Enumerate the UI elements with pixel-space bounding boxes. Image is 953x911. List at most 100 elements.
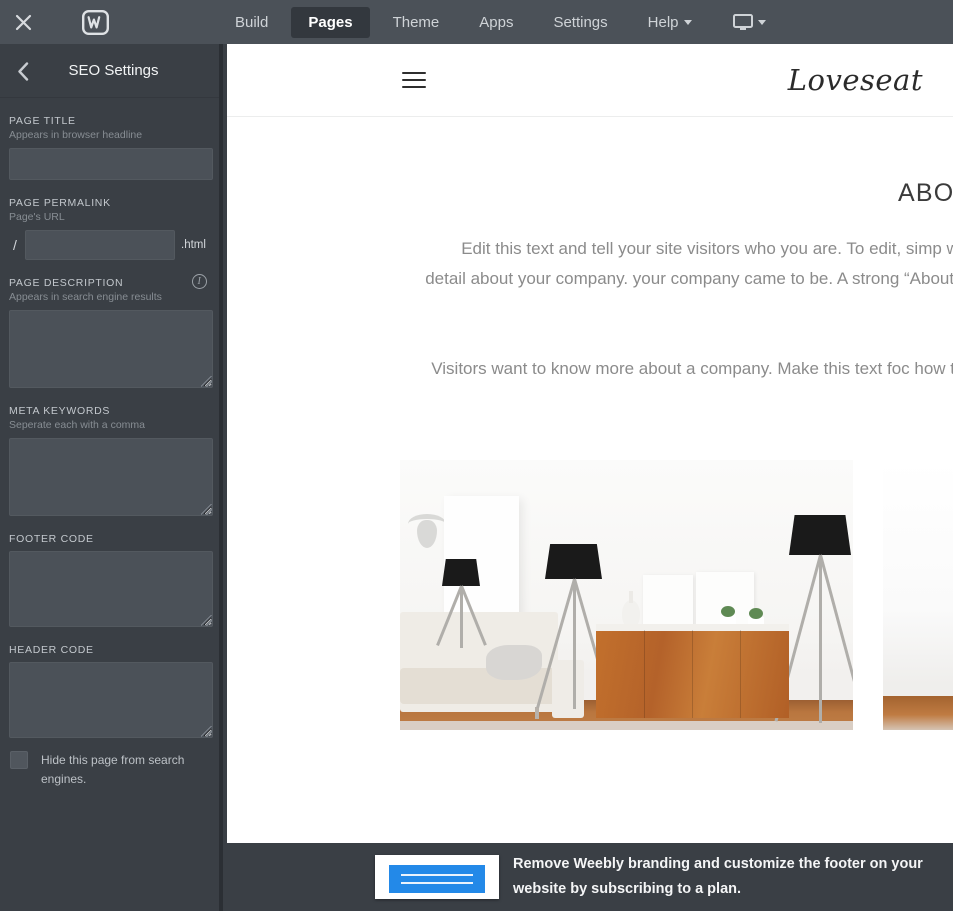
header-code-label: HEADER CODE [9, 644, 94, 656]
resize-handle-icon[interactable] [201, 504, 212, 515]
site-body: ABOUT US Edit this text and tell your si… [227, 117, 953, 730]
cabinet-seam [692, 630, 693, 718]
picture-frame [643, 575, 693, 630]
tab-help[interactable]: Help [631, 7, 709, 38]
resize-handle-icon[interactable] [201, 726, 212, 737]
banner-message: Remove Weebly branding and customize the… [513, 856, 923, 897]
hamburger-bar [402, 72, 426, 74]
about-paragraph-2: Visitors want to know more about a compa… [431, 359, 953, 378]
page-description-input[interactable] [9, 310, 213, 388]
header-code-input[interactable] [9, 662, 213, 738]
thumbnail-blue-bar [389, 865, 485, 893]
page-permalink-input[interactable] [25, 230, 175, 260]
wooden-sideboard [596, 624, 789, 718]
permalink-suffix: .html [181, 239, 206, 251]
lampshade [442, 559, 480, 586]
back-button[interactable] [8, 44, 38, 98]
sidebar-form: PAGE TITLE Appears in browser headline P… [0, 98, 219, 789]
tab-theme-label: Theme [392, 13, 440, 31]
tab-settings[interactable]: Settings [536, 7, 624, 38]
page-description-label: PAGE DESCRIPTION i [9, 274, 210, 289]
lampshade [789, 515, 851, 555]
tab-build[interactable]: Build [218, 7, 285, 38]
info-icon[interactable]: i [192, 274, 207, 289]
page-title-input[interactable] [9, 148, 213, 180]
about-paragraph-1: Edit this text and tell your site visito… [425, 239, 953, 288]
about-heading: ABOUT US [898, 179, 953, 207]
photo-row [227, 460, 953, 730]
tab-pages[interactable]: Pages [291, 6, 370, 38]
page-title-label: PAGE TITLE [9, 115, 76, 127]
hide-page-label: Hide this page from search engines. [41, 753, 185, 786]
rug [400, 721, 853, 730]
field-page-description: PAGE DESCRIPTION i Appears in search eng… [9, 260, 213, 388]
weebly-logo-button[interactable] [64, 0, 126, 44]
page-description-hint: Appears in search engine results [9, 291, 162, 303]
page-permalink-hint: Page's URL [9, 211, 65, 223]
sofa-leg [535, 707, 539, 719]
chevron-down-icon [757, 19, 766, 25]
cabinet-seam [644, 630, 645, 718]
chevron-left-icon [18, 61, 29, 81]
lampshade [545, 544, 602, 579]
cabinet-seam [740, 630, 741, 718]
field-meta-keywords: META KEYWORDS Seperate each with a comma [9, 388, 213, 516]
upgrade-banner[interactable]: Remove Weebly branding and customize the… [227, 843, 953, 911]
page-description-label-text: PAGE DESCRIPTION [9, 277, 124, 289]
field-page-permalink: PAGE PERMALINK Page's URL / .html [9, 180, 210, 260]
tab-build-label: Build [235, 13, 269, 31]
tab-apps[interactable]: Apps [462, 7, 530, 38]
tab-pages-label: Pages [308, 13, 353, 31]
page-description-wrap [9, 310, 213, 388]
hamburger-bar [402, 79, 426, 81]
resize-handle-icon[interactable] [201, 615, 212, 626]
top-toolbar: Build Pages Theme Apps Settings Help [0, 0, 953, 44]
lamp-medium [536, 544, 613, 709]
meta-keywords-wrap [9, 438, 213, 516]
resize-handle-icon[interactable] [201, 376, 212, 387]
tab-apps-label: Apps [479, 13, 514, 31]
lamp-small [436, 559, 487, 648]
page-title-hint: Appears in browser headline [9, 129, 143, 141]
lamp-large [774, 515, 853, 723]
sidebar-header: SEO Settings [0, 44, 219, 98]
seo-settings-sidebar: SEO Settings PAGE TITLE Appears in brows… [0, 44, 223, 911]
tab-settings-label: Settings [553, 13, 608, 31]
device-preview-button[interactable] [719, 8, 780, 37]
interior-photo-1[interactable] [400, 460, 853, 730]
banner-thumbnail [375, 855, 499, 899]
meta-keywords-input[interactable] [9, 438, 213, 516]
tab-theme[interactable]: Theme [376, 7, 457, 38]
interior-photo-2[interactable] [883, 460, 953, 730]
monitor-icon [732, 13, 753, 30]
footer-code-input[interactable] [9, 551, 213, 627]
chevron-down-icon [683, 19, 692, 25]
lamp-leg [460, 586, 463, 648]
page-permalink-label: PAGE PERMALINK [9, 197, 111, 209]
skull-wall-art [408, 508, 446, 550]
weebly-logo-icon [81, 9, 109, 35]
room-background [883, 460, 953, 730]
weebly-editor-window: Build Pages Theme Apps Settings Help SEO… [0, 0, 953, 911]
permalink-row: / .html [9, 230, 210, 260]
header-code-wrap [9, 662, 213, 738]
permalink-prefix: / [13, 237, 17, 253]
close-icon [15, 14, 31, 30]
site-preview: Loveseat ABOUT US Edit this text and tel… [227, 44, 953, 843]
footer-code-label: FOOTER CODE [9, 533, 94, 545]
field-page-title: PAGE TITLE Appears in browser headline [9, 98, 213, 180]
site-header: Loveseat [227, 44, 953, 117]
site-logo[interactable]: Loveseat [788, 63, 923, 97]
lamp-leg [573, 579, 576, 709]
footer-code-wrap [9, 551, 213, 627]
blanket [486, 645, 542, 680]
lamp-leg [819, 555, 822, 723]
tab-help-label: Help [647, 13, 679, 31]
close-editor-button[interactable] [0, 0, 46, 44]
field-header-code: HEADER CODE [9, 627, 213, 738]
hide-page-row[interactable]: Hide this page from search engines. [9, 738, 210, 789]
hide-page-checkbox[interactable] [10, 751, 28, 769]
hamburger-menu-icon[interactable] [402, 67, 426, 93]
floor [883, 696, 953, 730]
basket [552, 660, 584, 718]
